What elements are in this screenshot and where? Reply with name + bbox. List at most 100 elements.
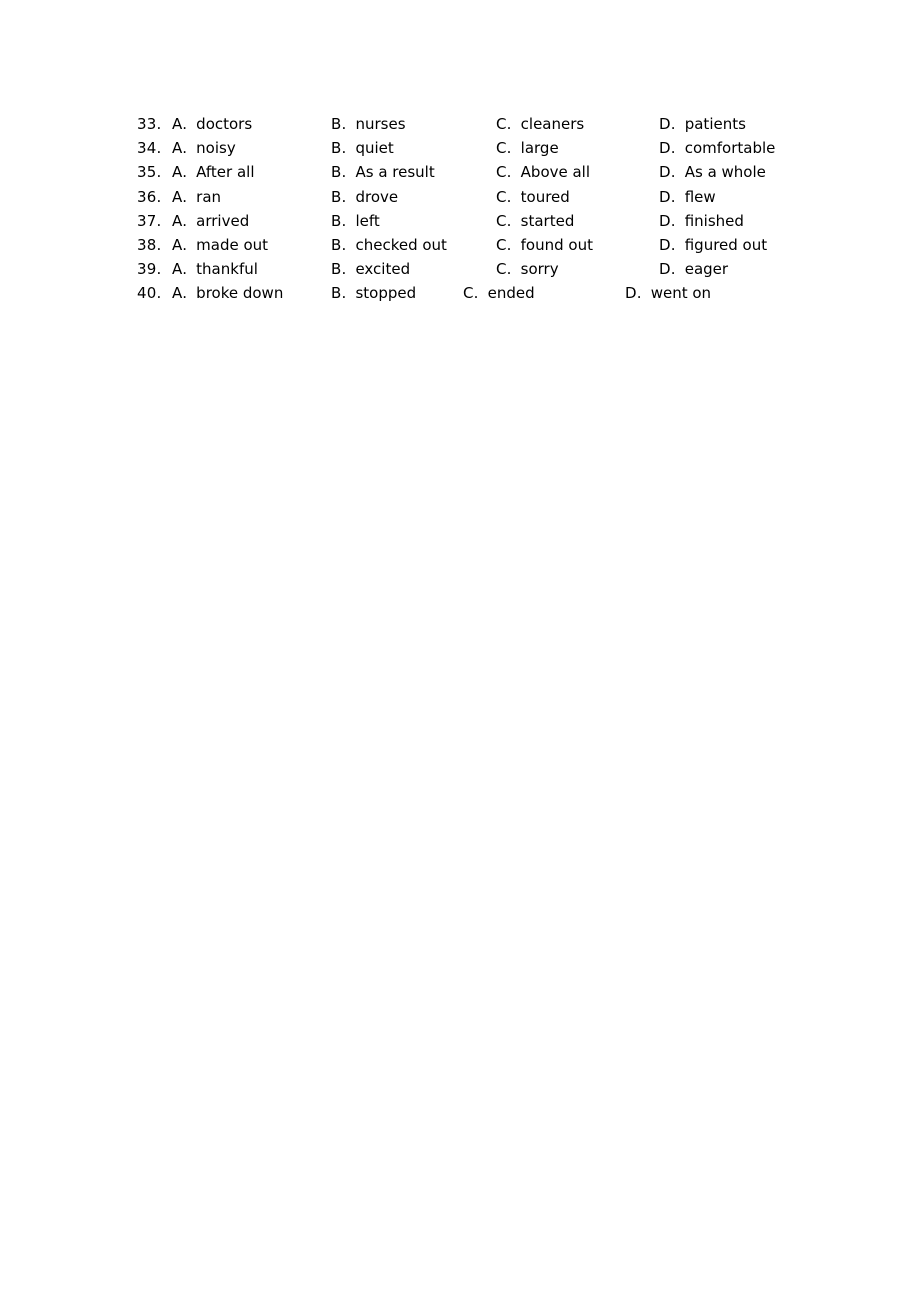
option-a[interactable]: A. doctors (172, 112, 252, 136)
option-text: ended (487, 284, 535, 303)
option-letter: B. (331, 284, 347, 303)
question-row: 34. A. noisy B. quiet C. large D. comfortabl… (0, 136, 920, 160)
option-letter: D. (659, 187, 676, 206)
option-a[interactable]: A. ran (172, 185, 221, 209)
option-letter: D. (659, 163, 676, 182)
option-text: eager (684, 260, 729, 279)
question-row: 36. A. ran B. drove C. toured D. flew (0, 185, 920, 209)
option-letter: A. (172, 115, 188, 133)
option-text: comfortable (684, 139, 776, 158)
option-letter: B. (331, 163, 347, 182)
option-letter: B. (331, 139, 347, 158)
option-text: patients (684, 115, 746, 133)
option-letter: B. (331, 187, 347, 206)
question-row: 39. A. thankful B. excited C. sorry D. eager (0, 257, 920, 281)
option-text: checked out (355, 235, 447, 254)
option-letter: B. (331, 211, 347, 230)
option-a[interactable]: A. noisy (172, 136, 236, 160)
option-text: cleaners (520, 115, 585, 133)
option-letter: C. (496, 260, 512, 279)
option-letter: C. (496, 235, 512, 254)
question-number: 36. (137, 187, 162, 206)
option-d[interactable]: D. patients (659, 112, 746, 136)
option-text: toured (520, 187, 570, 206)
option-c[interactable]: C. ended (463, 281, 535, 305)
option-d[interactable]: D. went on (625, 281, 711, 305)
option-d[interactable]: D. figured out (659, 233, 767, 257)
option-text: found out (520, 235, 593, 254)
option-text: flew (684, 187, 716, 206)
option-c[interactable]: C. started (496, 209, 574, 233)
option-c[interactable]: C. large (496, 136, 559, 160)
option-text: broke down (196, 284, 284, 303)
option-letter: A. (172, 284, 188, 303)
option-text: As a result (355, 163, 435, 182)
option-text: noisy (196, 139, 236, 158)
option-text: arrived (196, 211, 250, 230)
option-letter: A. (172, 163, 188, 182)
option-letter: A. (172, 187, 188, 206)
option-text: sorry (520, 260, 559, 279)
option-letter: B. (331, 260, 347, 279)
option-text: stopped (355, 284, 417, 303)
option-letter: A. (172, 235, 188, 254)
question-row: 38. A. made out B. checked out C. found out… (0, 233, 920, 257)
option-letter: C. (496, 163, 512, 182)
option-d[interactable]: D. comfortable (659, 136, 775, 160)
option-letter: C. (496, 139, 512, 158)
option-c[interactable]: C. toured (496, 185, 570, 209)
question-number: 40. (137, 284, 162, 303)
option-a[interactable]: A. broke down (172, 281, 283, 305)
option-b[interactable]: B. As a result (331, 160, 435, 184)
question-number: 37. (137, 211, 162, 230)
option-text: doctors (196, 115, 253, 133)
option-text: large (520, 139, 559, 158)
option-text: made out (196, 235, 269, 254)
option-a[interactable]: A. made out (172, 233, 268, 257)
option-c[interactable]: C. cleaners (496, 112, 584, 136)
option-text: thankful (196, 260, 258, 279)
option-b[interactable]: B. checked out (331, 233, 447, 257)
option-letter: B. (331, 115, 347, 133)
option-text: After all (196, 163, 255, 182)
option-c[interactable]: C. sorry (496, 257, 559, 281)
question-number: 34. (137, 139, 162, 158)
option-letter: C. (496, 115, 512, 133)
option-b[interactable]: B. excited (331, 257, 410, 281)
option-c[interactable]: C. Above all (496, 160, 590, 184)
question-number: 33. (137, 115, 162, 133)
option-text: figured out (684, 235, 768, 254)
option-a[interactable]: A. After all (172, 160, 255, 184)
question-row: 40. A. broke down B. stopped C. ended D. wen… (0, 281, 920, 305)
option-text: ran (196, 187, 222, 206)
option-b[interactable]: B. quiet (331, 136, 394, 160)
option-d[interactable]: D. eager (659, 257, 728, 281)
option-text: finished (684, 211, 744, 230)
option-text: drove (355, 187, 399, 206)
question-number: 38. (137, 235, 162, 254)
option-a[interactable]: A. arrived (172, 209, 249, 233)
option-letter: D. (659, 211, 676, 230)
option-text: As a whole (684, 163, 766, 182)
option-text: excited (355, 260, 411, 279)
option-c[interactable]: C. found out (496, 233, 593, 257)
question-row: 33. A. doctors B. nurses C. cleaners D. pati… (0, 112, 920, 136)
option-letter: B. (331, 235, 347, 254)
option-d[interactable]: D. finished (659, 209, 744, 233)
question-row: 37. A. arrived B. left C. started D. finishe… (0, 209, 920, 233)
question-number: 35. (137, 163, 162, 182)
option-b[interactable]: B. stopped (331, 281, 416, 305)
option-text: left (355, 211, 380, 230)
option-letter: D. (659, 139, 676, 158)
option-letter: A. (172, 211, 188, 230)
option-d[interactable]: D. flew (659, 185, 716, 209)
option-b[interactable]: B. drove (331, 185, 398, 209)
option-text: started (520, 211, 575, 230)
option-b[interactable]: B. left (331, 209, 380, 233)
document-page: 33. A. doctors B. nurses C. cleaners D. pati… (0, 0, 920, 1302)
option-b[interactable]: B. nurses (331, 112, 406, 136)
option-d[interactable]: D. As a whole (659, 160, 766, 184)
multiple-choice-question-list: 33. A. doctors B. nurses C. cleaners D. pati… (0, 112, 920, 306)
option-a[interactable]: A. thankful (172, 257, 258, 281)
option-letter: A. (172, 139, 188, 158)
